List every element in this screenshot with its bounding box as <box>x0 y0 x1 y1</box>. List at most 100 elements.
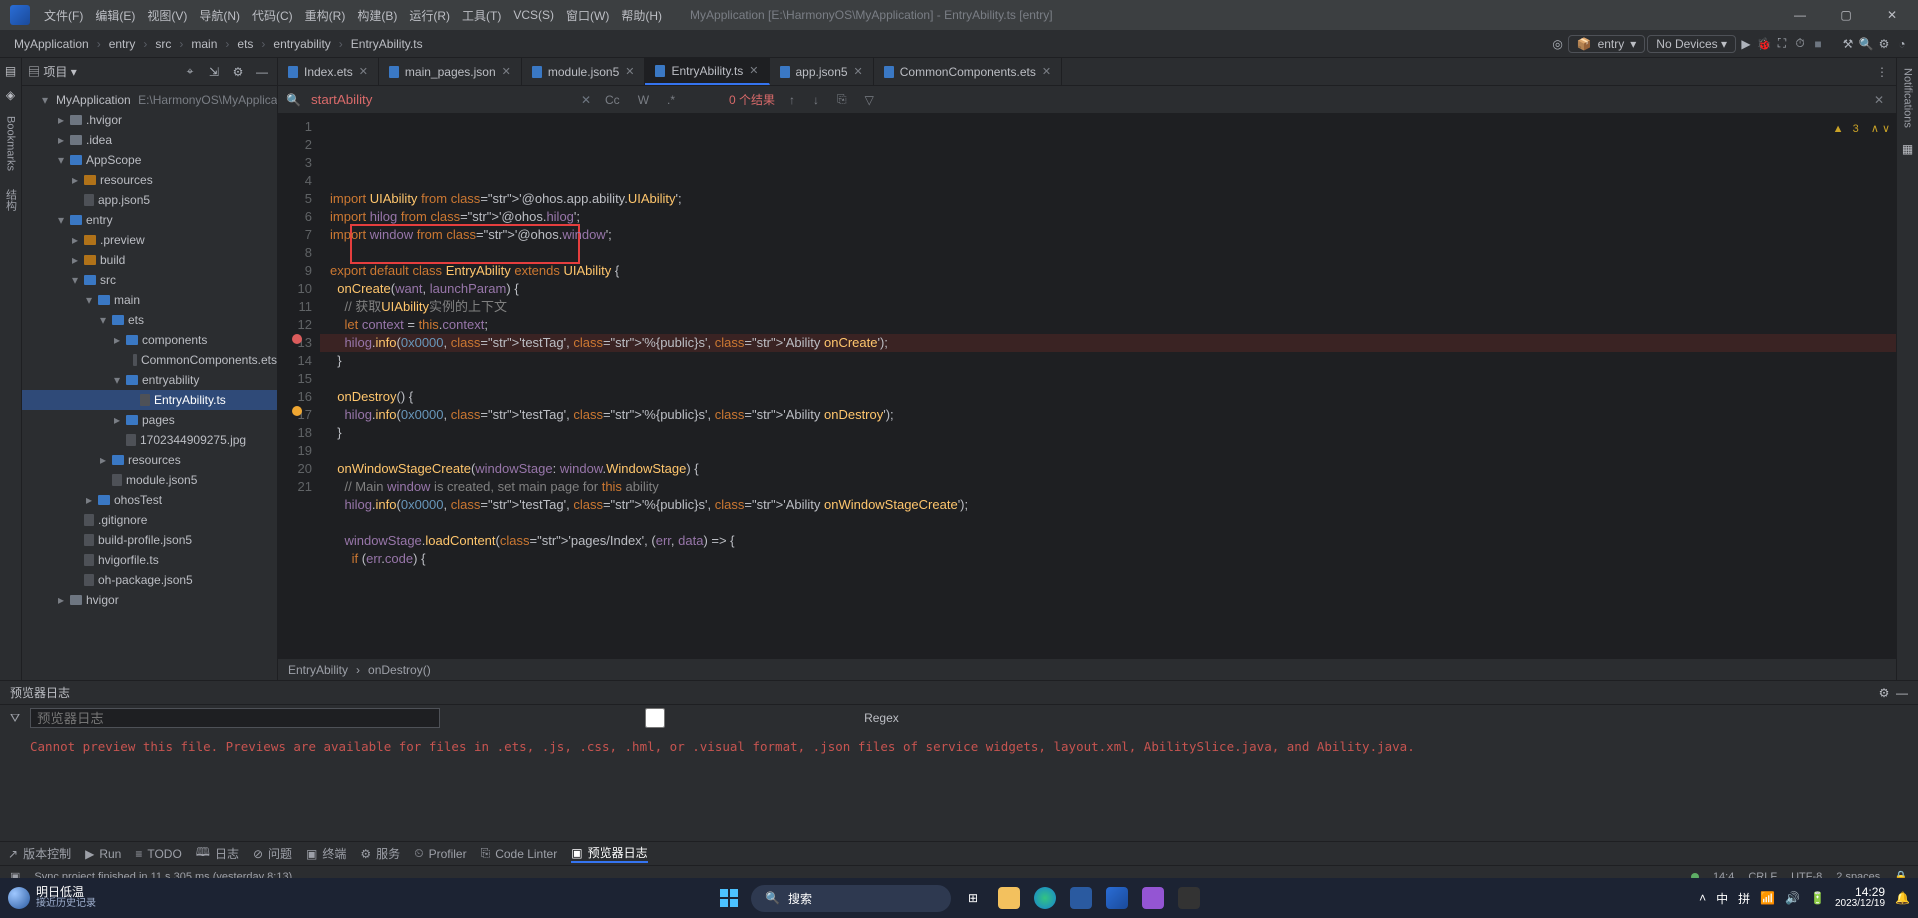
breadcrumb-item[interactable]: ets <box>231 35 259 53</box>
menu-item[interactable]: 重构(R) <box>299 4 352 27</box>
vs-icon[interactable] <box>1139 884 1167 912</box>
store-icon[interactable] <box>1067 884 1095 912</box>
tree-folder[interactable]: ▸resources <box>22 450 277 470</box>
editor-tab[interactable]: module.json5✕ <box>522 58 646 85</box>
menu-item[interactable]: 编辑(E) <box>89 4 141 27</box>
breadcrumb-item[interactable]: entry <box>103 35 142 53</box>
clock[interactable]: 14:29 2023/12/19 <box>1835 886 1885 910</box>
coverage-icon[interactable]: ⛶ <box>1774 36 1790 52</box>
module-selector[interactable]: 📦 entry ▾ <box>1568 35 1646 53</box>
project-tool-icon[interactable]: ▤ <box>5 64 16 78</box>
tree-folder[interactable]: ▸components <box>22 330 277 350</box>
breadcrumb-item[interactable]: main <box>185 35 223 53</box>
tool-tab[interactable]: ▣终端 <box>306 845 346 862</box>
preview-filter-input[interactable] <box>30 708 440 728</box>
tree-file[interactable]: build-profile.json5 <box>22 530 277 550</box>
start-button[interactable] <box>715 884 743 912</box>
tabs-overflow-icon[interactable]: ⋮ <box>1868 58 1896 85</box>
search-everywhere-icon[interactable]: 🔍 <box>1858 36 1874 52</box>
notifications-label[interactable]: Notifications <box>1902 64 1914 132</box>
panel-hide-icon[interactable]: — <box>1896 686 1908 700</box>
words-toggle[interactable]: W <box>634 93 653 107</box>
regex-checkbox[interactable]: Regex <box>450 708 899 728</box>
find-close-icon[interactable]: ✕ <box>1870 93 1888 107</box>
sync-icon[interactable]: ◎ <box>1550 36 1566 52</box>
tree-folder[interactable]: ▸pages <box>22 410 277 430</box>
device-selector[interactable]: No Devices ▾ <box>1647 35 1736 53</box>
menu-item[interactable]: 窗口(W) <box>560 4 615 27</box>
tool-tab[interactable]: ≡TODO <box>135 847 181 861</box>
tool-tab[interactable]: ▣预览器日志 <box>571 844 647 863</box>
tree-folder[interactable]: ▸.preview <box>22 230 277 250</box>
tree-folder[interactable]: ▾MyApplication E:\HarmonyOS\MyApplicatio <box>22 90 277 110</box>
tool-tab[interactable]: ⚙服务 <box>360 845 400 862</box>
tree-settings-icon[interactable]: ⚙ <box>229 65 247 79</box>
battery-icon[interactable]: 🔋 <box>1810 891 1825 905</box>
breadcrumb-item[interactable]: MyApplication <box>8 35 95 53</box>
match-case-toggle[interactable]: Cc <box>601 93 624 107</box>
editor-tab[interactable]: main_pages.json✕ <box>379 58 522 85</box>
project-view-selector[interactable]: ▤ 项目 ▾ <box>28 63 77 80</box>
tree-file[interactable]: 1702344909275.jpg <box>22 430 277 450</box>
minimize-button[interactable]: — <box>1778 2 1822 28</box>
tree-folder[interactable]: ▾main <box>22 290 277 310</box>
commit-tool-icon[interactable]: ◈ <box>6 88 15 102</box>
breadcrumb-item[interactable]: EntryAbility.ts <box>345 35 429 53</box>
menu-item[interactable]: VCS(S) <box>507 5 560 25</box>
menu-item[interactable]: 构建(B) <box>351 4 403 27</box>
crumb-method[interactable]: onDestroy() <box>368 663 431 677</box>
crumb-class[interactable]: EntryAbility <box>288 663 348 677</box>
editor-tab[interactable]: EntryAbility.ts✕ <box>645 58 769 85</box>
menu-item[interactable]: 工具(T) <box>456 4 507 27</box>
code-editor[interactable]: ▲ 3 ∧ ∨ import UIAbility from class="str… <box>320 114 1896 658</box>
profile-icon[interactable]: ⏱ <box>1792 36 1808 52</box>
breadcrumb-item[interactable]: entryability <box>267 35 336 53</box>
taskbar-search[interactable]: 🔍 搜索 <box>751 885 951 912</box>
structure-label[interactable]: 结构 <box>3 185 19 215</box>
breakpoint-icon[interactable] <box>292 334 302 344</box>
weather-widget[interactable]: 明日低温 接近历史记录 <box>8 886 96 910</box>
tree-folder[interactable]: ▸ohosTest <box>22 490 277 510</box>
line-gutter[interactable]: 123456789101112131415161718192021 <box>278 114 320 658</box>
volume-icon[interactable]: 🔊 <box>1785 891 1800 905</box>
tree-file[interactable]: module.json5 <box>22 470 277 490</box>
wifi-icon[interactable]: 📶 <box>1760 891 1775 905</box>
hide-panel-icon[interactable]: — <box>253 65 271 79</box>
tree-folder[interactable]: ▾entryability <box>22 370 277 390</box>
tree-folder[interactable]: ▸.hvigor <box>22 110 277 130</box>
tree-folder[interactable]: ▾entry <box>22 210 277 230</box>
close-tab-icon[interactable]: ✕ <box>359 65 368 78</box>
close-button[interactable]: ✕ <box>1870 2 1914 28</box>
settings-icon[interactable]: ⚙ <box>1876 36 1892 52</box>
editor-tab[interactable]: Index.ets✕ <box>278 58 379 85</box>
tool-tab[interactable]: ⊘问题 <box>253 845 292 862</box>
tool-tab[interactable]: ⎘Code Linter <box>481 846 558 861</box>
ime-mode[interactable]: 拼 <box>1738 890 1750 907</box>
previewer-icon[interactable]: ▦ <box>1902 142 1913 156</box>
menu-item[interactable]: 代码(C) <box>246 4 299 27</box>
tree-file[interactable]: hvigorfile.ts <box>22 550 277 570</box>
close-tab-icon[interactable]: ✕ <box>854 65 863 78</box>
select-all-icon[interactable]: ⎘ <box>833 92 851 107</box>
tree-file[interactable]: oh-package.json5 <box>22 570 277 590</box>
prev-match-icon[interactable]: ↑ <box>785 93 799 107</box>
filter-icon[interactable]: ▽ <box>861 93 878 107</box>
select-open-file-icon[interactable]: ⌖ <box>181 64 199 79</box>
deveco-icon[interactable] <box>1103 884 1131 912</box>
terminal-icon[interactable] <box>1175 884 1203 912</box>
bookmarks-label[interactable]: Bookmarks <box>5 112 17 175</box>
panel-settings-icon[interactable]: ⚙ <box>1879 686 1890 700</box>
menu-item[interactable]: 帮助(H) <box>615 4 668 27</box>
inspections-widget[interactable]: ▲ 3 ∧ ∨ <box>1833 120 1890 138</box>
tree-folder[interactable]: ▸.idea <box>22 130 277 150</box>
tree-folder[interactable]: ▾AppScope <box>22 150 277 170</box>
find-input[interactable] <box>311 92 571 107</box>
tree-folder[interactable]: ▾ets <box>22 310 277 330</box>
next-match-icon[interactable]: ↓ <box>809 93 823 107</box>
ime-lang[interactable]: 中 <box>1716 890 1728 907</box>
tree-folder[interactable]: ▾src <box>22 270 277 290</box>
explorer-icon[interactable] <box>995 884 1023 912</box>
editor-tab[interactable]: CommonComponents.ets✕ <box>874 58 1062 85</box>
tree-file[interactable]: .gitignore <box>22 510 277 530</box>
build-icon[interactable]: ⚒ <box>1840 36 1856 52</box>
